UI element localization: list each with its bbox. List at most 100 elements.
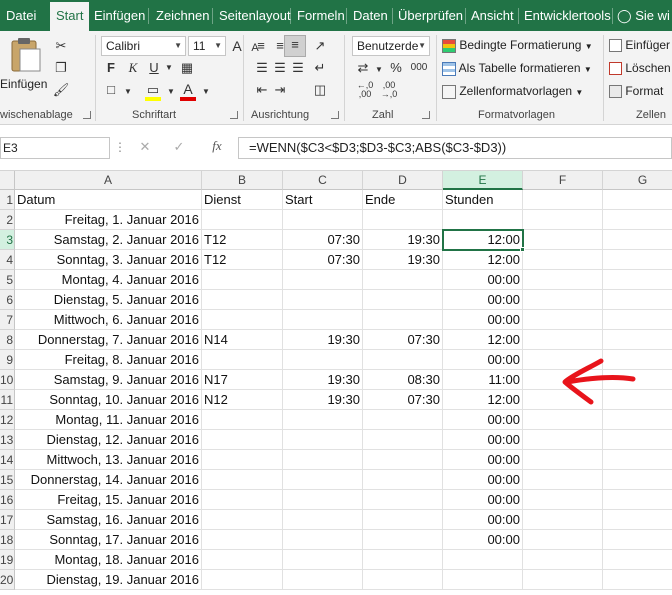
wrap-text-icon[interactable]: ↵: [311, 59, 329, 77]
cell-d2[interactable]: [363, 210, 443, 230]
font-size-combo[interactable]: 11 ▼: [188, 36, 226, 56]
formula-input[interactable]: =WENN($C3<$D3;$D3-$C3;ABS($C3-$D3)): [238, 137, 672, 159]
conditional-formatting-button[interactable]: Bedingte Formatierung ▼: [442, 35, 593, 55]
borders-icon[interactable]: ▦: [178, 59, 196, 77]
borders-dropdown-icon[interactable]: □: [101, 81, 121, 99]
cell-d5[interactable]: [363, 270, 443, 290]
align-right-icon[interactable]: ☰: [289, 59, 307, 77]
row-header[interactable]: 16: [0, 490, 15, 510]
cell-d8[interactable]: 07:30: [363, 330, 443, 350]
align-bottom-icon[interactable]: ≡: [284, 35, 306, 57]
cell-d19[interactable]: [363, 550, 443, 570]
cell-d15[interactable]: [363, 470, 443, 490]
cell-e18[interactable]: 00:00: [443, 530, 523, 550]
cell-e2[interactable]: [443, 210, 523, 230]
cell-g18[interactable]: [603, 530, 672, 550]
cell-g1[interactable]: [603, 190, 672, 210]
cell-d11[interactable]: 07:30: [363, 390, 443, 410]
cell-b4[interactable]: T12: [202, 250, 283, 270]
fill-handle[interactable]: [520, 247, 525, 252]
italic-button[interactable]: K: [125, 59, 141, 77]
row-header[interactable]: 4: [0, 250, 15, 270]
cell-g19[interactable]: [603, 550, 672, 570]
cell-d9[interactable]: [363, 350, 443, 370]
cell-b3[interactable]: T12: [202, 230, 283, 250]
cell-b14[interactable]: [202, 450, 283, 470]
row-header[interactable]: 11: [0, 390, 15, 410]
cell-a11[interactable]: Sonntag, 10. Januar 2016: [15, 390, 202, 410]
cell-e1[interactable]: Stunden: [443, 190, 523, 210]
font-dialog-launcher[interactable]: [230, 111, 238, 119]
cell-e8[interactable]: 12:00: [443, 330, 523, 350]
cell-c20[interactable]: [283, 570, 363, 590]
bold-button[interactable]: F: [103, 59, 119, 77]
row-header[interactable]: 10: [0, 370, 15, 390]
cell-a9[interactable]: Freitag, 8. Januar 2016: [15, 350, 202, 370]
row-header[interactable]: 15: [0, 470, 15, 490]
cell-e19[interactable]: [443, 550, 523, 570]
cell-d20[interactable]: [363, 570, 443, 590]
cell-e9[interactable]: 00:00: [443, 350, 523, 370]
cell-e14[interactable]: 00:00: [443, 450, 523, 470]
cell-c2[interactable]: [283, 210, 363, 230]
cell-g12[interactable]: [603, 410, 672, 430]
cell-f19[interactable]: [523, 550, 603, 570]
cell-g2[interactable]: [603, 210, 672, 230]
cell-a3[interactable]: Samstag, 2. Januar 2016: [15, 230, 202, 250]
column-header-c[interactable]: C: [283, 171, 363, 190]
tab-datei[interactable]: Datei: [0, 0, 42, 31]
tab-start[interactable]: Start: [50, 2, 90, 31]
cell-c7[interactable]: [283, 310, 363, 330]
number-format-combo[interactable]: Benutzerde ▼: [352, 36, 430, 56]
cell-f6[interactable]: [523, 290, 603, 310]
cell-d16[interactable]: [363, 490, 443, 510]
tab-seitenlayout[interactable]: Seitenlayout: [213, 0, 297, 31]
cell-d7[interactable]: [363, 310, 443, 330]
row-header[interactable]: 2: [0, 210, 15, 230]
cell-f3[interactable]: [523, 230, 603, 250]
font-color-button[interactable]: A: [180, 81, 200, 101]
row-header[interactable]: 12: [0, 410, 15, 430]
row-header[interactable]: 7: [0, 310, 15, 330]
cell-f17[interactable]: [523, 510, 603, 530]
cell-e16[interactable]: 00:00: [443, 490, 523, 510]
cell-e12[interactable]: 00:00: [443, 410, 523, 430]
cell-c5[interactable]: [283, 270, 363, 290]
cell-a6[interactable]: Dienstag, 5. Januar 2016: [15, 290, 202, 310]
cell-c3[interactable]: 07:30: [283, 230, 363, 250]
cell-e6[interactable]: 00:00: [443, 290, 523, 310]
decrease-indent-icon[interactable]: ⇤: [253, 81, 271, 99]
clipboard-dialog-launcher[interactable]: [83, 111, 91, 119]
currency-icon[interactable]: ⇄: [354, 59, 372, 77]
chevron-down-icon[interactable]: ▼: [201, 83, 211, 101]
cell-c10[interactable]: 19:30: [283, 370, 363, 390]
cell-b19[interactable]: [202, 550, 283, 570]
cell-a7[interactable]: Mittwoch, 6. Januar 2016: [15, 310, 202, 330]
cell-a5[interactable]: Montag, 4. Januar 2016: [15, 270, 202, 290]
cell-f20[interactable]: [523, 570, 603, 590]
column-header-b[interactable]: B: [202, 171, 283, 190]
tab-ueberpruefen[interactable]: Überprüfen: [392, 0, 469, 31]
column-header-g[interactable]: G: [603, 171, 672, 190]
cell-c15[interactable]: [283, 470, 363, 490]
tab-entwicklertools[interactable]: Entwicklertools: [518, 0, 617, 31]
cell-f7[interactable]: [523, 310, 603, 330]
cell-f4[interactable]: [523, 250, 603, 270]
cell-c14[interactable]: [283, 450, 363, 470]
cell-c16[interactable]: [283, 490, 363, 510]
cell-c11[interactable]: 19:30: [283, 390, 363, 410]
tab-einfuegen[interactable]: Einfügen: [88, 0, 151, 31]
cell-b9[interactable]: [202, 350, 283, 370]
orientation-icon[interactable]: ↗: [311, 37, 329, 55]
chevron-down-icon[interactable]: ▼: [166, 83, 176, 101]
enter-icon[interactable]: ✓: [171, 138, 187, 156]
cell-g4[interactable]: [603, 250, 672, 270]
cell-b12[interactable]: [202, 410, 283, 430]
cell-b7[interactable]: [202, 310, 283, 330]
cell-g7[interactable]: [603, 310, 672, 330]
cell-c8[interactable]: 19:30: [283, 330, 363, 350]
decrease-decimal-icon[interactable]: ,00 →,0: [378, 81, 400, 99]
cell-e11[interactable]: 12:00: [443, 390, 523, 410]
cell-f2[interactable]: [523, 210, 603, 230]
cell-e15[interactable]: 00:00: [443, 470, 523, 490]
